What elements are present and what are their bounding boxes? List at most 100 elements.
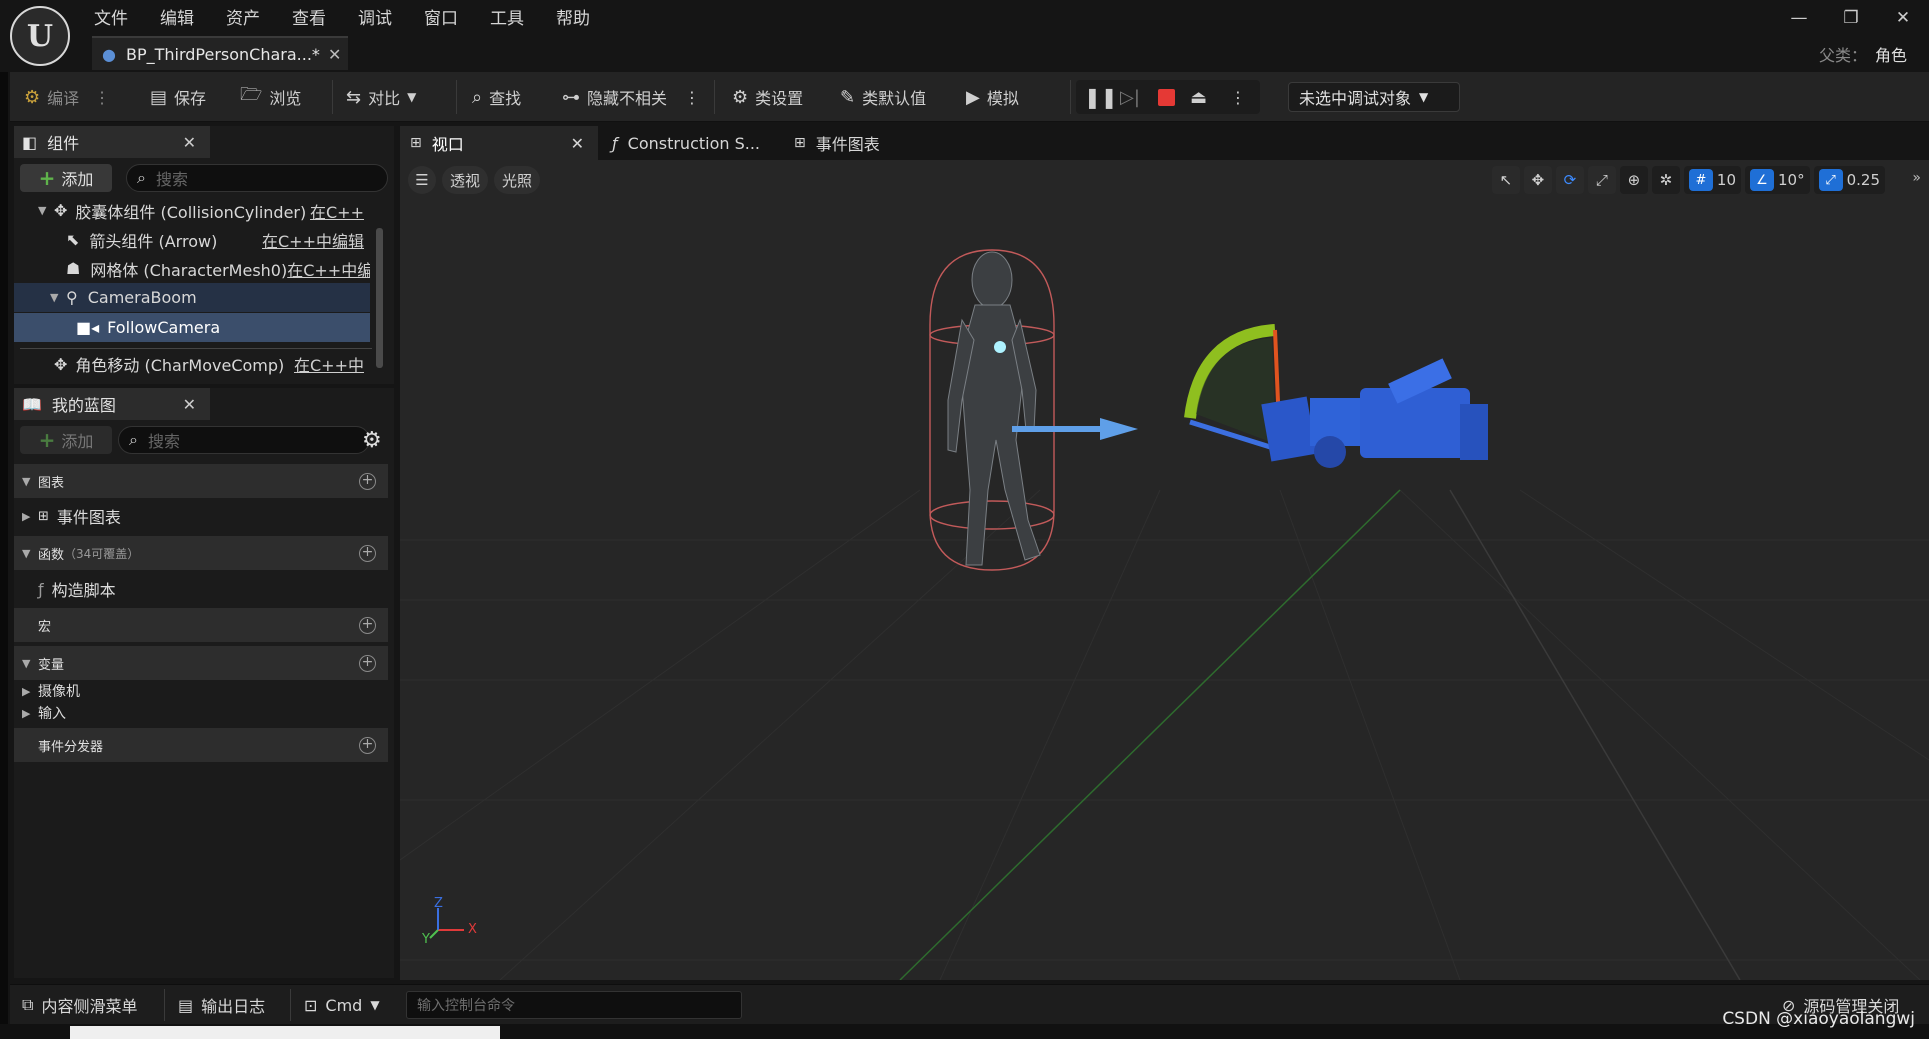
add-blueprint-item-button[interactable]: + 添加 bbox=[20, 426, 112, 454]
minimize-icon[interactable]: — bbox=[1773, 8, 1825, 28]
stop-button[interactable] bbox=[1158, 83, 1175, 111]
more-options-icon[interactable]: ⋮ bbox=[684, 88, 700, 107]
category-macros[interactable]: 宏 + bbox=[14, 608, 388, 642]
construction-script-item[interactable]: ƒ 构造脚本 bbox=[14, 574, 388, 604]
surface-snap-button[interactable]: ✲ bbox=[1651, 166, 1680, 194]
diff-button[interactable]: ⇆ 对比 ▼ bbox=[346, 83, 416, 111]
find-button[interactable]: ⌕ 查找 bbox=[472, 83, 521, 111]
rotation-snap-button[interactable]: ∠ 10° bbox=[1745, 166, 1810, 194]
variable-group-camera[interactable]: ▶ 摄像机 bbox=[14, 680, 388, 702]
cmd-select[interactable]: ⊡ Cmd ▼ bbox=[304, 991, 380, 1019]
hide-unrelated-button[interactable]: ⊶ 隐藏不相关 ⋮ bbox=[562, 83, 700, 111]
event-graph-item[interactable]: ▶ ⊞ 事件图表 bbox=[14, 501, 388, 531]
add-variable-icon[interactable]: + bbox=[359, 654, 376, 672]
document-tab[interactable]: ● BP_ThirdPersonChara...* ✕ bbox=[92, 36, 348, 70]
console-placeholder: 输入控制台命令 bbox=[417, 998, 515, 1014]
unreal-logo[interactable]: U bbox=[10, 6, 70, 66]
menu-tools[interactable]: 工具 bbox=[490, 4, 524, 29]
compile-options-icon[interactable]: ⋮ bbox=[94, 88, 110, 107]
settings-gear-icon[interactable]: ⚙ bbox=[362, 428, 382, 453]
my-blueprint-tab[interactable]: 📖 我的蓝图 ✕ bbox=[14, 388, 210, 420]
output-log-button[interactable]: ▤ 输出日志 bbox=[178, 991, 265, 1019]
menu-view[interactable]: 查看 bbox=[292, 4, 326, 29]
components-tab[interactable]: ◧ 组件 ✕ bbox=[14, 126, 210, 158]
axis-indicator bbox=[429, 908, 464, 939]
parent-class-value[interactable]: 角色 bbox=[1875, 46, 1907, 65]
menu-asset[interactable]: 资产 bbox=[226, 4, 260, 29]
components-scrollbar[interactable] bbox=[376, 228, 383, 368]
category-variables[interactable]: ▼ 变量 + bbox=[14, 646, 388, 680]
add-event-dispatcher-icon[interactable]: + bbox=[359, 736, 376, 754]
variable-group-input[interactable]: ▶ 输入 bbox=[14, 702, 388, 724]
expand-toolbar-icon[interactable]: » bbox=[1912, 170, 1921, 186]
edit-in-cpp-link[interactable]: 在C++ bbox=[310, 199, 370, 223]
tree-item-char-move[interactable]: ✥ 角色移动 (CharMoveComp) 在C++中 bbox=[14, 352, 370, 376]
function-icon: ƒ bbox=[612, 133, 618, 153]
terminal-icon: ⊡ bbox=[304, 995, 318, 1015]
class-settings-button[interactable]: ⚙ 类设置 bbox=[732, 83, 803, 111]
play-options-button[interactable]: ⋮ bbox=[1230, 83, 1246, 111]
tree-item-camera-boom[interactable]: ▼ ⚲ CameraBoom bbox=[14, 283, 370, 312]
tree-item-follow-camera[interactable]: ■◂ FollowCamera bbox=[14, 313, 370, 342]
components-search-input[interactable]: ⌕ 搜索 bbox=[126, 164, 388, 192]
close-window-icon[interactable]: ✕ bbox=[1877, 8, 1929, 28]
menu-file[interactable]: 文件 bbox=[94, 4, 128, 29]
menu-edit[interactable]: 编辑 bbox=[160, 4, 194, 29]
browse-button[interactable]: 🗁 浏览 bbox=[240, 83, 301, 111]
parent-class: 父类： 角色 bbox=[1819, 42, 1907, 66]
menu-debug[interactable]: 调试 bbox=[358, 4, 392, 29]
simulate-button[interactable]: ▶ 模拟 bbox=[966, 83, 1019, 111]
rotate-tool[interactable]: ⟳ bbox=[1555, 166, 1584, 194]
tree-item-mesh[interactable]: ☗ 网格体 (CharacterMesh0) 在C++中编 bbox=[14, 254, 370, 283]
content-drawer-label: 内容侧滑菜单 bbox=[41, 997, 138, 1016]
add-component-button[interactable]: + 添加 bbox=[20, 164, 112, 192]
character-mesh bbox=[947, 251, 1041, 566]
edit-in-cpp-link[interactable]: 在C++中 bbox=[294, 352, 370, 376]
eject-button[interactable]: ⏏ bbox=[1190, 83, 1207, 111]
tab-construction-script[interactable]: ƒ Construction S... bbox=[612, 126, 760, 160]
console-input[interactable]: 输入控制台命令 bbox=[406, 991, 742, 1019]
menu-window[interactable]: 窗口 bbox=[424, 4, 458, 29]
restore-icon[interactable]: ❐ bbox=[1825, 8, 1877, 28]
content-drawer-button[interactable]: ⧉ 内容侧滑菜单 bbox=[22, 991, 137, 1019]
category-variables-label: 变量 bbox=[38, 657, 65, 673]
perspective-button[interactable]: 透视 bbox=[442, 166, 488, 194]
debug-object-select[interactable]: 未选中调试对象 ▼ bbox=[1288, 82, 1460, 112]
scale-tool[interactable]: ⤢ bbox=[1587, 166, 1616, 194]
category-event-dispatchers[interactable]: 事件分发器 + bbox=[14, 728, 388, 762]
close-tab-icon[interactable]: ✕ bbox=[328, 45, 341, 64]
add-macro-icon[interactable]: + bbox=[359, 616, 376, 634]
category-graphs[interactable]: ▼ 图表 + bbox=[14, 464, 388, 498]
tab-viewport[interactable]: ⊞ 视口 ✕ bbox=[400, 126, 598, 160]
scale-icon: ⤢ bbox=[1595, 171, 1608, 189]
edit-in-cpp-link[interactable]: 在C++中编辑 bbox=[262, 228, 370, 252]
edit-in-cpp-link[interactable]: 在C++中编 bbox=[287, 257, 370, 281]
viewport-3d[interactable]: X Y Z ☰ 透视 光照 ↖ ✥ ⟳ ⤢ ⊕ ✲ # 10 ∠ 10° ⤢ 0… bbox=[400, 160, 1929, 980]
menu-help[interactable]: 帮助 bbox=[556, 4, 590, 29]
coordinate-space-button[interactable]: ⊕ bbox=[1619, 166, 1648, 194]
tree-item-arrow[interactable]: ⬉ 箭头组件 (Arrow) 在C++中编辑 bbox=[14, 225, 370, 254]
step-button[interactable]: ▷| bbox=[1120, 83, 1140, 111]
add-function-icon[interactable]: + bbox=[359, 544, 376, 562]
blueprint-search-input[interactable]: ⌕ 搜索 bbox=[118, 426, 370, 454]
viewport-menu-button[interactable]: ☰ bbox=[408, 166, 436, 194]
lighting-button[interactable]: 光照 bbox=[494, 166, 540, 194]
tab-event-graph[interactable]: ⊞ 事件图表 bbox=[794, 126, 880, 160]
category-functions[interactable]: ▼ 函数 （34可覆盖） + bbox=[14, 536, 388, 570]
close-tab-icon[interactable]: ✕ bbox=[571, 134, 584, 153]
close-icon[interactable]: ✕ bbox=[183, 395, 196, 414]
axis-x-label: X bbox=[468, 922, 477, 937]
angle-icon: ∠ bbox=[1750, 169, 1774, 191]
toolbar-divider bbox=[456, 80, 457, 114]
grid-snap-button[interactable]: # 10 bbox=[1683, 166, 1741, 194]
save-button[interactable]: ▤ 保存 bbox=[150, 83, 206, 111]
pause-button[interactable]: ❚❚ bbox=[1084, 83, 1118, 111]
close-icon[interactable]: ✕ bbox=[183, 133, 196, 152]
add-graph-icon[interactable]: + bbox=[359, 472, 376, 490]
translate-tool[interactable]: ✥ bbox=[1523, 166, 1552, 194]
class-defaults-button[interactable]: ✎ 类默认值 bbox=[840, 83, 926, 111]
tree-item-collision-cylinder[interactable]: ▼ ✥ 胶囊体组件 (CollisionCylinder) 在C++ bbox=[14, 196, 370, 225]
select-tool[interactable]: ↖ bbox=[1491, 166, 1520, 194]
compile-button[interactable]: ⚙ 编译 ⋮ bbox=[24, 83, 110, 111]
scale-snap-button[interactable]: ⤢ 0.25 bbox=[1813, 166, 1885, 194]
